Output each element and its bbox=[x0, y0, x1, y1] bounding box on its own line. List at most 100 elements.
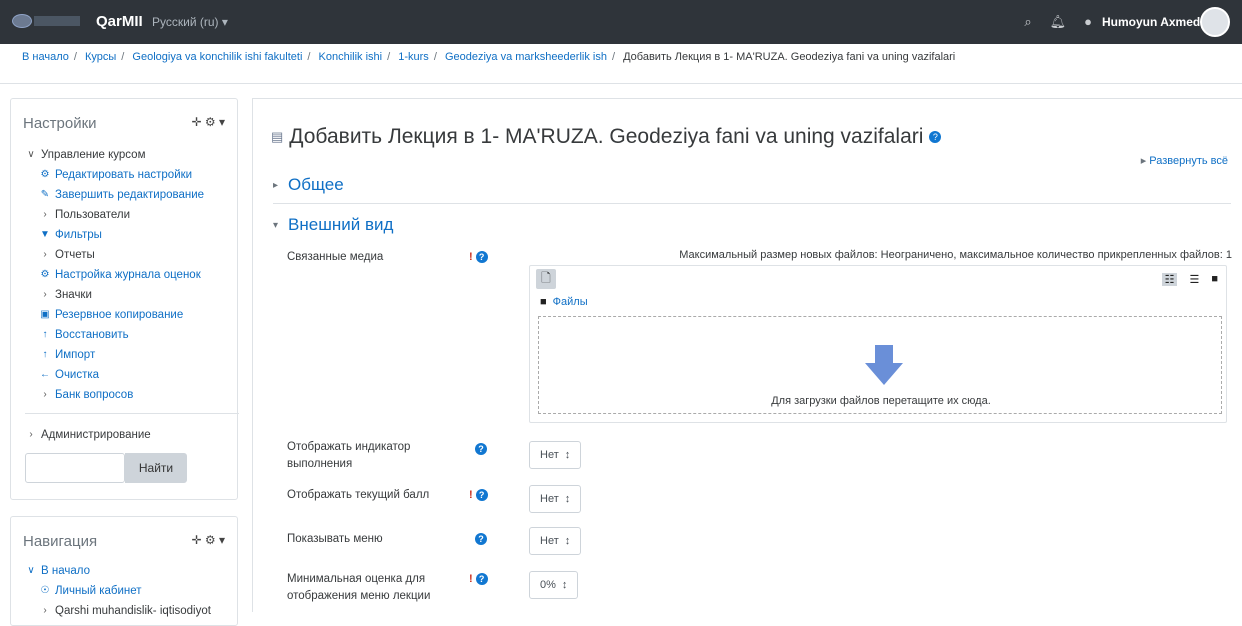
field-icons[interactable]: ? bbox=[475, 533, 487, 545]
settings-block: Настройки ✛ ⚙ ▾ ∨ Управление курсом ⚙ Реда… bbox=[10, 98, 239, 500]
menu-course-admin[interactable]: ∨ Управление курсом bbox=[25, 145, 204, 165]
max-files-info: Максимальный размер новых файлов: Неогра… bbox=[679, 249, 1232, 261]
linked-media-label: Связанные медиа bbox=[287, 251, 384, 263]
updown-icon: ↕ bbox=[564, 535, 571, 547]
file-drop-zone[interactable]: Для загрузки файлов перетащите их сюда. bbox=[538, 316, 1222, 414]
field-icons[interactable]: !? bbox=[469, 251, 488, 263]
menu-reports[interactable]: › Отчеты bbox=[25, 245, 204, 265]
updown-icon: ↕ bbox=[564, 493, 571, 505]
menu-reset[interactable]: ← Очистка bbox=[25, 365, 204, 385]
language-menu[interactable]: Русский (ru) ▾ bbox=[152, 15, 228, 29]
field-icons[interactable]: !? bbox=[469, 489, 488, 501]
breadcrumb-course[interactable]: Geodeziya va marksheederlik ish bbox=[445, 51, 607, 63]
site-logo-text bbox=[34, 16, 80, 26]
nav-dashboard[interactable]: ☉ Личный кабинет bbox=[25, 581, 211, 601]
progress-label: Отображать индикатор выполнения bbox=[287, 441, 411, 470]
page-title: ▤ Добавить Лекция в 1- MA'RUZA. Geodeziy… bbox=[271, 125, 942, 149]
avatar[interactable] bbox=[1200, 7, 1230, 37]
file-picker: 🗋︎ ☷ ☰ ■ ■ Файлы Для загрузки файлов пер… bbox=[529, 265, 1227, 423]
menu-finish-editing[interactable]: ✎ Завершить редактирование bbox=[25, 185, 204, 205]
menu-filters[interactable]: ▼ Фильтры bbox=[25, 225, 204, 245]
menu-administration[interactable]: › Администрирование bbox=[25, 425, 150, 445]
help-icon: ? bbox=[475, 489, 488, 501]
menu-question-bank[interactable]: › Банк вопросов bbox=[25, 385, 204, 405]
menu-users[interactable]: › Пользователи bbox=[25, 205, 204, 225]
add-file-icon[interactable]: 🗋︎ bbox=[536, 269, 556, 289]
breadcrumb-year[interactable]: 1-kurs bbox=[398, 51, 429, 63]
nav-home[interactable]: ∨ В начало bbox=[25, 561, 211, 581]
help-icon: ? bbox=[475, 533, 487, 545]
search-icon[interactable]: ⌕ bbox=[1024, 14, 1031, 30]
message-icon[interactable]: ● bbox=[1084, 14, 1092, 30]
arrow-left-icon: ← bbox=[40, 369, 50, 380]
breadcrumb-bar: В начало / Курсы / Geologiya va konchilik … bbox=[0, 44, 1242, 84]
help-icon: ? bbox=[475, 251, 488, 263]
score-label: Отображать текущий балл bbox=[287, 489, 430, 501]
upload-icon: ↑ bbox=[42, 329, 48, 340]
updown-icon: ↕ bbox=[564, 449, 571, 461]
breadcrumb-program[interactable]: Konchilik ishi bbox=[319, 51, 383, 63]
min-grade-select[interactable]: 0% ↕ bbox=[529, 571, 579, 599]
divider bbox=[273, 203, 1231, 204]
nav-menu: ∨ В начало ☉ Личный кабинет › Qarshi muhand… bbox=[25, 561, 211, 621]
menu-gradebook-setup[interactable]: ⚙ Настройка журнала оценок bbox=[25, 265, 204, 285]
user-name[interactable]: Humoyun Axmedov bbox=[1102, 15, 1214, 29]
grid-view-icon[interactable]: ☷ bbox=[1161, 273, 1178, 286]
breadcrumb-faculty[interactable]: Geologiya va konchilik ishi fakulteti bbox=[132, 51, 302, 63]
file-icon: ▣ bbox=[40, 309, 50, 320]
main-region: ▤ Добавить Лекция в 1- MA'RUZA. Geodeziy… bbox=[252, 98, 1242, 612]
pencil-icon: ✎ bbox=[40, 189, 50, 200]
updown-icon: ↕ bbox=[561, 579, 568, 591]
site-logo[interactable] bbox=[12, 14, 32, 28]
list-view-icon[interactable]: ☰ bbox=[1189, 273, 1199, 286]
lesson-icon: ▤ bbox=[271, 129, 284, 144]
field-icons[interactable]: ? bbox=[475, 443, 487, 455]
folder-view-icon[interactable]: ■ bbox=[1211, 273, 1218, 286]
expand-all-link[interactable]: ▸ Развернуть всё bbox=[1141, 154, 1228, 167]
navbar-icons: ⌕ 🔔︎ ● bbox=[1024, 14, 1092, 30]
section-general[interactable]: ▸ Общее bbox=[273, 175, 344, 195]
menu-label: Показывать меню bbox=[287, 533, 383, 545]
view-switcher: ☷ ☰ ■ bbox=[1161, 273, 1218, 286]
breadcrumb-home[interactable]: В начало bbox=[22, 51, 69, 63]
bell-icon[interactable]: 🔔︎ bbox=[1050, 14, 1067, 30]
block-controls[interactable]: ✛ ⚙ ▾ bbox=[191, 533, 225, 547]
menu-select[interactable]: Нет ↕ bbox=[529, 527, 582, 555]
help-icon: ? bbox=[475, 573, 488, 585]
nav-block-title: Навигация bbox=[23, 533, 98, 550]
navigation-block: Навигация ✛ ⚙ ▾ ∨ В начало ☉ Личный кабине… bbox=[10, 516, 238, 626]
folder-icon: ■ bbox=[540, 296, 547, 308]
score-select[interactable]: Нет ↕ bbox=[529, 485, 582, 513]
breadcrumb-courses[interactable]: Курсы bbox=[85, 51, 116, 63]
admin-menu: › Администрирование bbox=[25, 425, 150, 445]
menu-badges[interactable]: › Значки bbox=[25, 285, 204, 305]
field-icons[interactable]: !? bbox=[469, 573, 488, 585]
help-icon[interactable]: ? bbox=[929, 131, 942, 143]
site-name[interactable]: QarMII bbox=[96, 13, 143, 30]
down-arrow-icon bbox=[865, 345, 903, 385]
breadcrumb: В начало / Курсы / Geologiya va konchilik … bbox=[22, 51, 956, 63]
help-icon: ? bbox=[475, 443, 487, 455]
dashboard-icon: ☉ bbox=[40, 585, 50, 596]
gear-icon: ⚙ bbox=[40, 169, 50, 180]
menu-backup[interactable]: ▣ Резервное копирование bbox=[25, 305, 204, 325]
progress-select[interactable]: Нет ↕ bbox=[529, 441, 582, 469]
menu-restore[interactable]: ↑ Восстановить bbox=[25, 325, 204, 345]
files-folder-link[interactable]: Файлы bbox=[553, 296, 588, 308]
search-button[interactable]: Найти bbox=[125, 453, 187, 483]
menu-edit-settings[interactable]: ⚙ Редактировать настройки bbox=[25, 165, 204, 185]
collapse-icon: ▾ bbox=[273, 219, 279, 231]
menu-import[interactable]: ↑ Импорт bbox=[25, 345, 204, 365]
nav-site[interactable]: › Qarshi muhandislik- iqtisodiyot bbox=[25, 601, 211, 621]
drop-hint: Для загрузки файлов перетащите их сюда. bbox=[771, 395, 991, 407]
block-controls[interactable]: ✛ ⚙ ▾ bbox=[191, 115, 225, 129]
filter-icon: ▼ bbox=[40, 229, 50, 240]
breadcrumb-current: Добавить Лекция в 1- MA'RUZA. Geodeziya … bbox=[623, 51, 956, 63]
settings-menu: ∨ Управление курсом ⚙ Редактировать настро… bbox=[25, 145, 204, 405]
section-appearance[interactable]: ▾ Внешний вид bbox=[273, 215, 393, 235]
search-input[interactable] bbox=[25, 453, 125, 483]
divider bbox=[25, 413, 239, 414]
file-path: ■ Файлы bbox=[540, 296, 588, 308]
min-grade-label: Минимальная оценка для отображения меню … bbox=[287, 573, 431, 602]
gear-icon: ⚙ bbox=[40, 269, 50, 280]
